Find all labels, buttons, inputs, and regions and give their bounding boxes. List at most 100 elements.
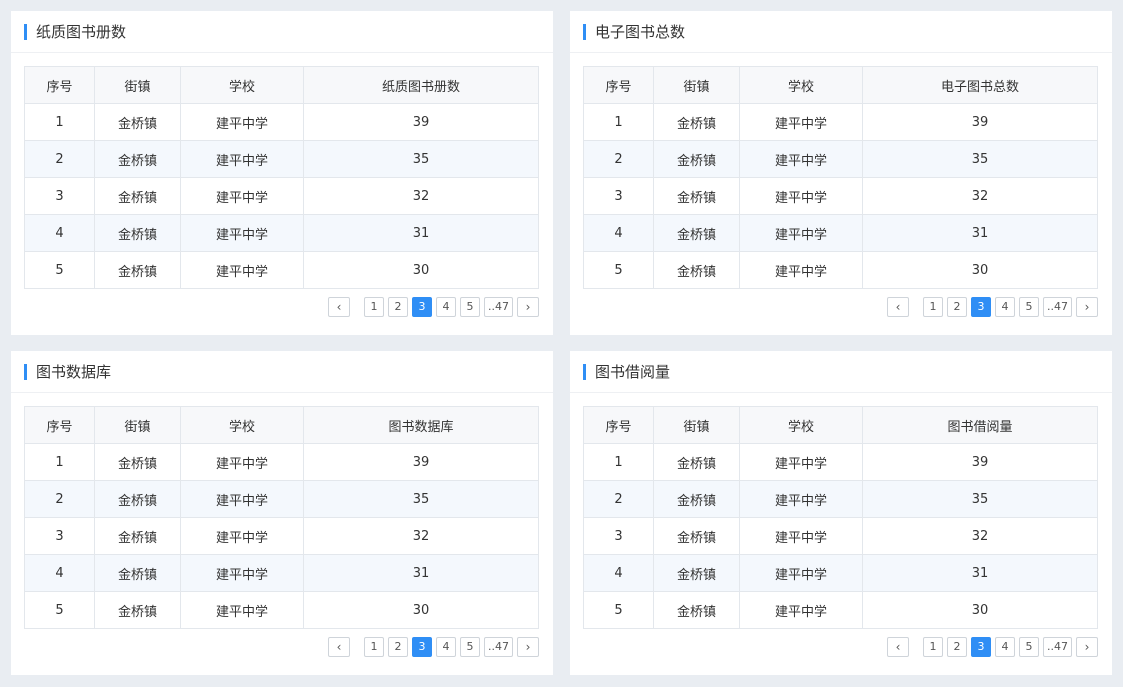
page-button[interactable]: 4	[436, 297, 456, 317]
cell-value: 30	[303, 251, 539, 289]
dashboard-grid: 纸质图书册数 序号 街镇 学校 纸质图书册数 1 金桥镇 建平中学 39 2 金桥镇 建平…	[0, 0, 1123, 687]
next-page-button[interactable]: ›	[517, 637, 539, 657]
cell-no: 5	[583, 251, 654, 289]
cell-town: 金桥镇	[94, 591, 181, 629]
cell-value: 32	[862, 177, 1098, 215]
page-button[interactable]: 2	[947, 297, 967, 317]
page-button[interactable]: 2	[388, 637, 408, 657]
table-row: 2 金桥镇 建平中学 35	[24, 480, 539, 518]
cell-school: 建平中学	[739, 554, 863, 592]
cell-town: 金桥镇	[94, 214, 181, 252]
cell-value: 32	[862, 517, 1098, 555]
page-button[interactable]: 4	[995, 637, 1015, 657]
cell-value: 35	[303, 140, 539, 178]
prev-page-button[interactable]: ‹	[328, 637, 350, 657]
next-page-button[interactable]: ›	[1076, 637, 1098, 657]
col-header-town: 街镇	[653, 406, 740, 444]
pagination: ‹ 1 2 3 4 5 ..47 ›	[887, 637, 1098, 657]
page-button[interactable]: 1	[364, 297, 384, 317]
table-header-row: 序号 街镇 学校 图书数据库	[24, 406, 539, 444]
prev-page-button[interactable]: ‹	[328, 297, 350, 317]
cell-no: 4	[24, 554, 95, 592]
cell-value: 31	[862, 214, 1098, 252]
table-row: 1 金桥镇 建平中学 39	[24, 103, 539, 141]
cell-no: 2	[583, 480, 654, 518]
data-table: 序号 街镇 学校 纸质图书册数 1 金桥镇 建平中学 39 2 金桥镇 建平中学 35 3金…	[24, 66, 539, 289]
cell-no: 5	[24, 591, 95, 629]
cell-town: 金桥镇	[653, 251, 740, 289]
cell-school: 建平中学	[180, 214, 304, 252]
cell-no: 5	[583, 591, 654, 629]
page-button[interactable]: 5	[460, 637, 480, 657]
page-button-last[interactable]: ..47	[1043, 637, 1072, 657]
page-button[interactable]: 1	[923, 297, 943, 317]
next-page-button[interactable]: ›	[1076, 297, 1098, 317]
data-table: 序号 街镇 学校 电子图书总数 1 金桥镇 建平中学 39 2 金桥镇 建平中学 35 3金…	[583, 66, 1098, 289]
page-button[interactable]: 1	[923, 637, 943, 657]
cell-school: 建平中学	[180, 591, 304, 629]
page-button-last[interactable]: ..47	[1043, 297, 1072, 317]
cell-no: 2	[24, 140, 95, 178]
prev-page-button[interactable]: ‹	[887, 637, 909, 657]
col-header-town: 街镇	[94, 406, 181, 444]
page-button[interactable]: 2	[947, 637, 967, 657]
panel-header: 图书数据库	[11, 351, 553, 393]
col-header-town: 街镇	[653, 66, 740, 104]
page-button-active[interactable]: 3	[971, 637, 991, 657]
page-button-last[interactable]: ..47	[484, 297, 513, 317]
cell-town: 金桥镇	[653, 480, 740, 518]
col-header-school: 学校	[180, 406, 304, 444]
cell-school: 建平中学	[180, 517, 304, 555]
page-button[interactable]: 4	[436, 637, 456, 657]
cell-school: 建平中学	[180, 140, 304, 178]
pagination: ‹ 1 2 3 4 5 ..47 ›	[887, 297, 1098, 317]
panel-book-database: 图书数据库 序号 街镇 学校 图书数据库 1 金桥镇 建平中学 39 2 金桥镇 建平中学…	[11, 351, 553, 675]
page-button[interactable]: 5	[460, 297, 480, 317]
page-button-active[interactable]: 3	[971, 297, 991, 317]
cell-town: 金桥镇	[653, 177, 740, 215]
table-row: 2 金桥镇 建平中学 35	[583, 140, 1098, 178]
next-page-button[interactable]: ›	[517, 297, 539, 317]
table-row: 3 金桥镇 建平中学 32	[24, 177, 539, 215]
cell-value: 39	[303, 103, 539, 141]
panel-borrow-volume: 图书借阅量 序号 街镇 学校 图书借阅量 1 金桥镇 建平中学 39 2 金桥镇 建平中学…	[570, 351, 1112, 675]
cell-town: 金桥镇	[653, 591, 740, 629]
page-button-active[interactable]: 3	[412, 637, 432, 657]
cell-town: 金桥镇	[94, 554, 181, 592]
table-row: 5 金桥镇 建平中学 30	[583, 591, 1098, 629]
page-button[interactable]: 4	[995, 297, 1015, 317]
panel-ebooks: 电子图书总数 序号 街镇 学校 电子图书总数 1 金桥镇 建平中学 39 2 金桥镇 建平…	[570, 11, 1112, 335]
cell-value: 39	[862, 103, 1098, 141]
cell-value: 35	[303, 480, 539, 518]
cell-value: 31	[303, 554, 539, 592]
cell-no: 3	[583, 517, 654, 555]
page-button-active[interactable]: 3	[412, 297, 432, 317]
table-row: 2 金桥镇 建平中学 35	[583, 480, 1098, 518]
cell-school: 建平中学	[739, 103, 863, 141]
cell-school: 建平中学	[180, 443, 304, 481]
table-header-row: 序号 街镇 学校 电子图书总数	[583, 66, 1098, 104]
col-header-value: 纸质图书册数	[303, 66, 539, 104]
cell-no: 3	[24, 517, 95, 555]
cell-school: 建平中学	[739, 480, 863, 518]
cell-town: 金桥镇	[94, 103, 181, 141]
col-header-school: 学校	[739, 406, 863, 444]
page-button[interactable]: 5	[1019, 297, 1039, 317]
page-button[interactable]: 2	[388, 297, 408, 317]
cell-town: 金桥镇	[653, 103, 740, 141]
cell-value: 30	[862, 251, 1098, 289]
cell-town: 金桥镇	[94, 140, 181, 178]
cell-value: 39	[862, 443, 1098, 481]
page-button-last[interactable]: ..47	[484, 637, 513, 657]
cell-school: 建平中学	[180, 251, 304, 289]
page-button[interactable]: 5	[1019, 637, 1039, 657]
cell-school: 建平中学	[739, 251, 863, 289]
cell-school: 建平中学	[739, 591, 863, 629]
cell-school: 建平中学	[739, 443, 863, 481]
cell-value: 31	[862, 554, 1098, 592]
cell-school: 建平中学	[739, 214, 863, 252]
page-button[interactable]: 1	[364, 637, 384, 657]
prev-page-button[interactable]: ‹	[887, 297, 909, 317]
cell-value: 30	[862, 591, 1098, 629]
cell-no: 5	[24, 251, 95, 289]
